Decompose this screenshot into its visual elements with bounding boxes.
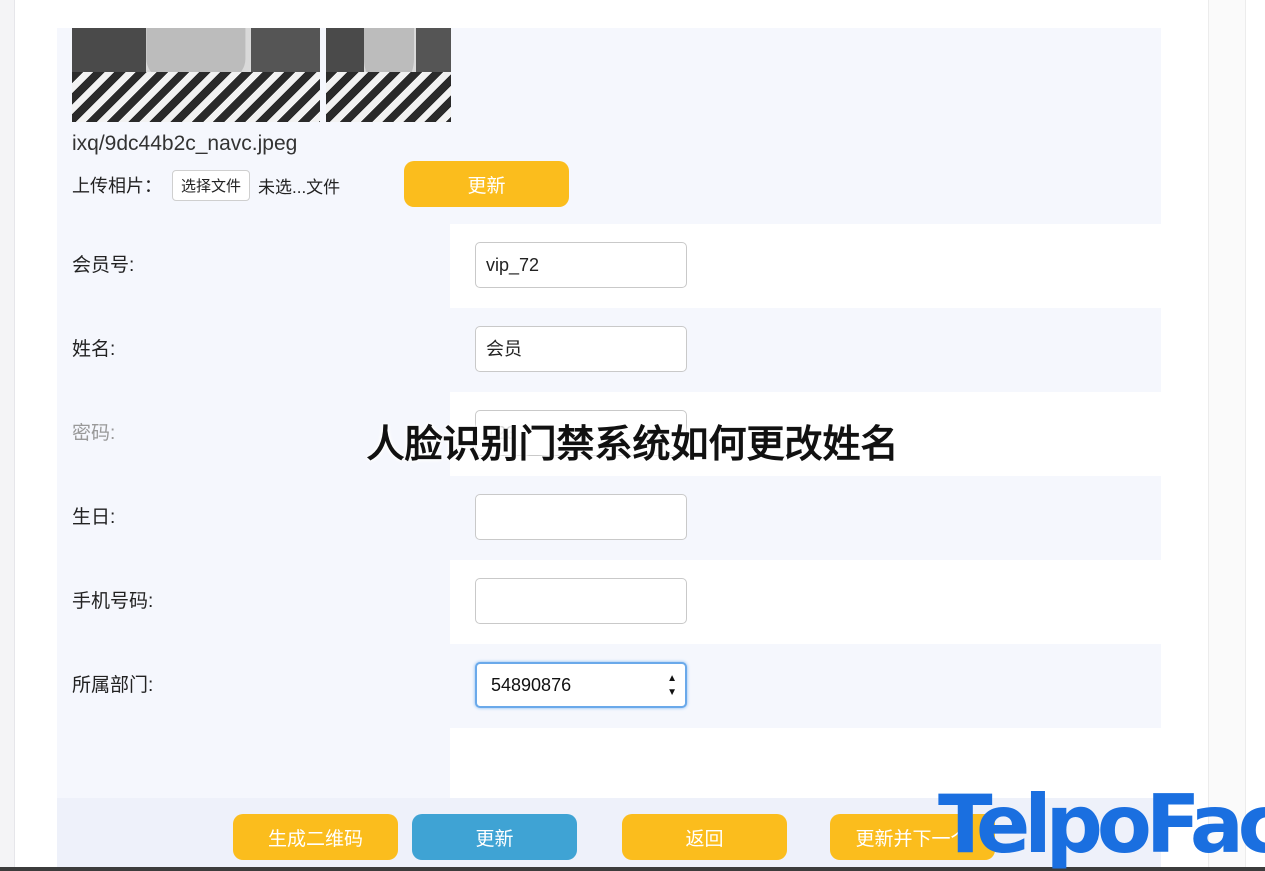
photo-section: ixq/9dc44b2c_navc.jpeg 上传相片： 选择文件 未选...文…	[57, 28, 1161, 224]
telpoface-logo-text: TelpoFace	[938, 780, 1265, 871]
phone-input[interactable]	[475, 578, 687, 624]
upload-photo-row: 上传相片： 选择文件 未选...文件	[72, 168, 340, 202]
birthday-input[interactable]	[475, 494, 687, 540]
member-id-row: 会员号: vip_72	[57, 224, 1161, 308]
member-id-input[interactable]: vip_72	[475, 242, 687, 288]
name-label: 姓名:	[72, 339, 116, 360]
birthday-label: 生日:	[72, 507, 116, 528]
member-photo-small	[326, 28, 451, 122]
department-selected-value: 54890876	[491, 675, 572, 695]
telpoface-logo: TelpoFace	[938, 780, 1265, 871]
name-row: 姓名: 会员	[57, 308, 1161, 392]
generate-qrcode-button[interactable]: 生成二维码	[233, 814, 398, 860]
phone-label: 手机号码:	[72, 591, 154, 612]
birthday-row: 生日:	[57, 476, 1161, 560]
upload-photo-label: 上传相片：	[72, 176, 162, 196]
member-photo-large	[72, 28, 320, 122]
phone-row: 手机号码:	[57, 560, 1161, 644]
photo-filename: ixq/9dc44b2c_navc.jpeg	[72, 132, 298, 155]
back-button[interactable]: 返回	[622, 814, 787, 860]
member-id-label: 会员号:	[72, 255, 135, 276]
file-status-text: 未选...文件	[258, 177, 341, 197]
update-button[interactable]: 更新	[412, 814, 577, 860]
upload-update-button[interactable]: 更新	[404, 161, 569, 207]
overlay-title: 人脸识别门禁系统如何更改姓名	[366, 422, 899, 466]
department-row: 所属部门: 54890876 ▲ ▼	[57, 644, 1161, 728]
department-label: 所属部门:	[72, 675, 154, 696]
choose-file-button[interactable]: 选择文件	[172, 169, 251, 201]
name-input[interactable]: 会员	[475, 326, 687, 372]
department-select[interactable]: 54890876 ▲ ▼	[475, 662, 687, 708]
select-updown-icon: ▲ ▼	[667, 673, 677, 698]
